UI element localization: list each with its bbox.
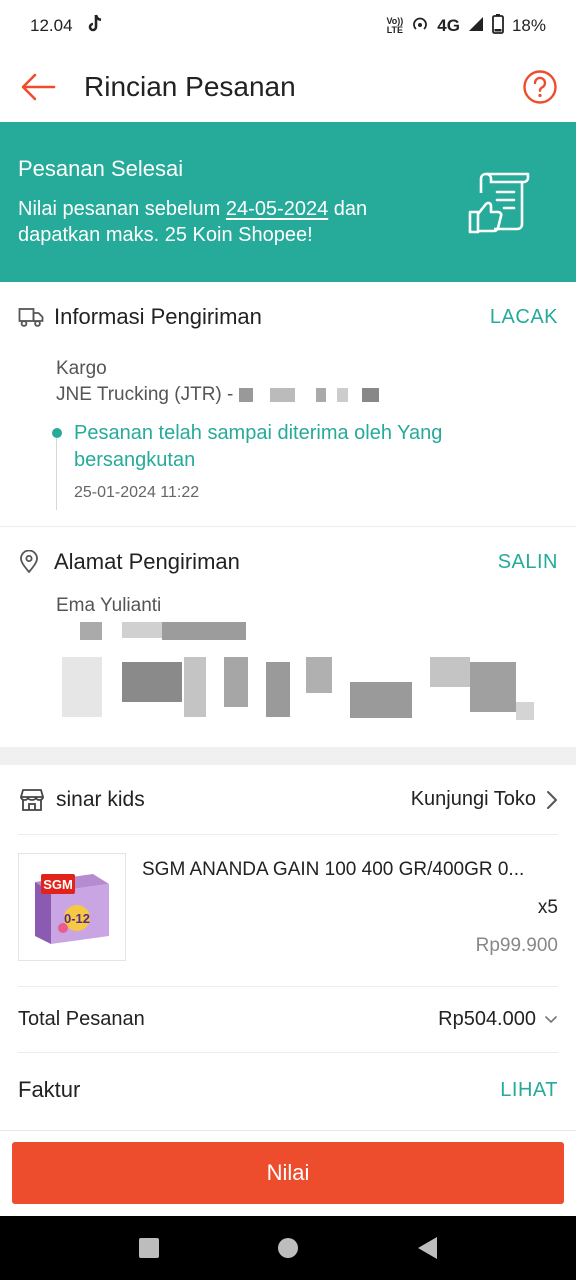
tracking-event: Pesanan telah sampai diterima oleh Yang … [74,422,443,471]
back-button[interactable] [18,67,58,107]
tracking-timestamp: 25-01-2024 11:22 [74,484,200,501]
battery-level: 18% [511,16,546,35]
invoice-label: Faktur [18,1077,81,1102]
track-button[interactable]: LACAK [490,306,558,329]
tracking-timeline: Pesanan telah sampai diterima oleh Yang … [52,420,558,510]
shipping-info-title: Informasi Pengiriman [54,304,262,329]
triangle-back-icon [417,1237,437,1259]
timeline-line [56,434,57,510]
shop-row: sinar kids Kunjungi Toko [18,765,558,835]
help-icon [523,70,557,104]
copy-address-button[interactable]: SALIN [498,551,558,574]
view-invoice-button[interactable]: LIHAT [500,1079,558,1102]
help-button[interactable] [522,69,558,105]
redacted-tracking-number [238,387,379,402]
order-total-value: Rp504.000 [438,1008,536,1030]
recents-button[interactable] [127,1226,171,1270]
bottom-action-bar: Nilai [0,1130,576,1216]
arrow-left-icon [21,73,56,101]
courier-tracking: JNE Trucking (JTR) - [56,382,558,408]
back-nav-button[interactable] [405,1226,449,1270]
rating-deadline: 24-05-2024 [225,198,329,220]
network-type: 4G [437,16,460,35]
recipient-name: Ema Yulianti [56,595,162,616]
product-name: SGM ANANDA GAIN 100 400 GR/400GR 0... [142,859,525,880]
invoice-row: Faktur LIHAT [18,1053,558,1127]
order-total-label: Total Pesanan [18,1008,145,1030]
rating-reminder: Nilai pesanan sebelum 24-05-2024 dan dap… [18,198,368,246]
chevron-down-icon [545,1015,557,1023]
order-status-banner: Pesanan Selesai Nilai pesanan sebelum 24… [0,122,576,282]
page-title: Rincian Pesanan [84,71,296,102]
tiktok-icon [87,14,105,39]
product-thumbnail: SGM 0-12 [18,853,126,961]
section-gap [0,747,576,765]
home-button[interactable] [266,1226,310,1270]
rate-order-button[interactable]: Nilai [12,1142,564,1204]
shipping-info-section: Informasi Pengiriman LACAK Kargo JNE Tru… [0,282,576,526]
square-icon [139,1238,160,1258]
volte-icon: Vo)) LTE [386,16,404,35]
shipping-address-title: Alamat Pengiriman [54,549,240,574]
battery-icon [492,13,504,39]
svg-text:SGM: SGM [43,877,73,892]
shipping-address-section: Alamat Pengiriman SALIN Ema Yulianti [0,527,576,747]
svg-text:0-12: 0-12 [64,911,90,926]
product-price: Rp99.900 [475,935,558,956]
location-pin-icon [20,550,38,573]
order-items-section: sinar kids Kunjungi Toko SGM 0-12 SGM AN… [0,765,576,1130]
visit-shop-button[interactable]: Kunjungi Toko [411,788,558,811]
shop-name: sinar kids [56,787,145,811]
product-quantity: x5 [537,897,558,918]
timeline-dot [52,428,62,438]
receipt-thumbs-up-icon [468,172,530,234]
store-icon [20,788,44,811]
signal-icon [468,16,484,37]
shipping-service: Kargo [56,358,107,379]
chevron-right-icon [547,790,557,809]
truck-icon [18,308,44,327]
product-item[interactable]: SGM 0-12 SGM ANANDA GAIN 100 400 GR/400G… [18,835,558,987]
system-nav-bar [0,1216,576,1280]
app-bar: Rincian Pesanan [0,52,576,122]
order-total-row[interactable]: Total Pesanan Rp504.000 [18,987,558,1053]
hotspot-icon [411,15,429,38]
circle-icon [277,1238,298,1258]
status-time: 12.04 [30,16,73,35]
status-bar: 12.04 Vo)) LTE 4G 18% [0,0,576,52]
